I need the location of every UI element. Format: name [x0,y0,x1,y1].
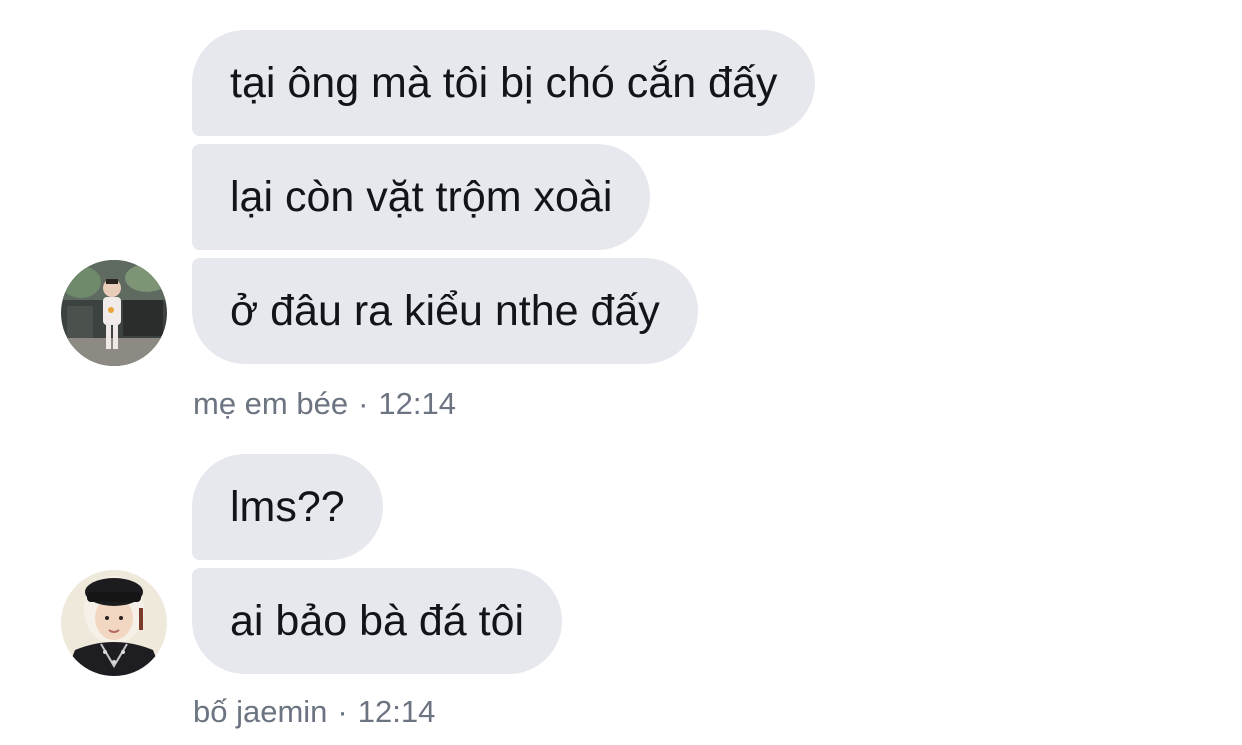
message-meta: mẹ em bée · 12:14 [193,386,456,422]
message-bubble[interactable]: ai bảo bà đá tôi [192,568,563,674]
meta-separator: · [358,386,369,421]
sender-avatar-toddler[interactable] [61,260,167,366]
sender-name: mẹ em bée [193,386,349,421]
boy-portrait-icon [61,570,167,676]
message-text: ai bảo bà đá tôi [230,597,525,645]
message-meta: bố jaemin · 12:14 [193,694,435,730]
message-text: lms?? [230,483,345,531]
message-time: 12:14 [357,694,436,729]
message-time: 12:14 [378,386,456,421]
sender-name: bố jaemin [193,694,328,729]
message-bubble[interactable]: lms?? [192,454,383,560]
toddler-photo-icon [61,260,167,366]
message-bubble[interactable]: ở đâu ra kiểu nthe đấy [192,258,698,364]
meta-separator: · [337,694,348,729]
message-text: ở đâu ra kiểu nthe đấy [230,287,660,335]
message-bubble[interactable]: lại còn vặt trộm xoài [192,144,651,250]
sender-avatar-boy[interactable] [61,570,167,676]
message-text: tại ông mà tôi bị chó cắn đấy [230,59,778,107]
message-text: lại còn vặt trộm xoài [230,173,613,221]
message-bubble[interactable]: tại ông mà tôi bị chó cắn đấy [192,30,816,136]
